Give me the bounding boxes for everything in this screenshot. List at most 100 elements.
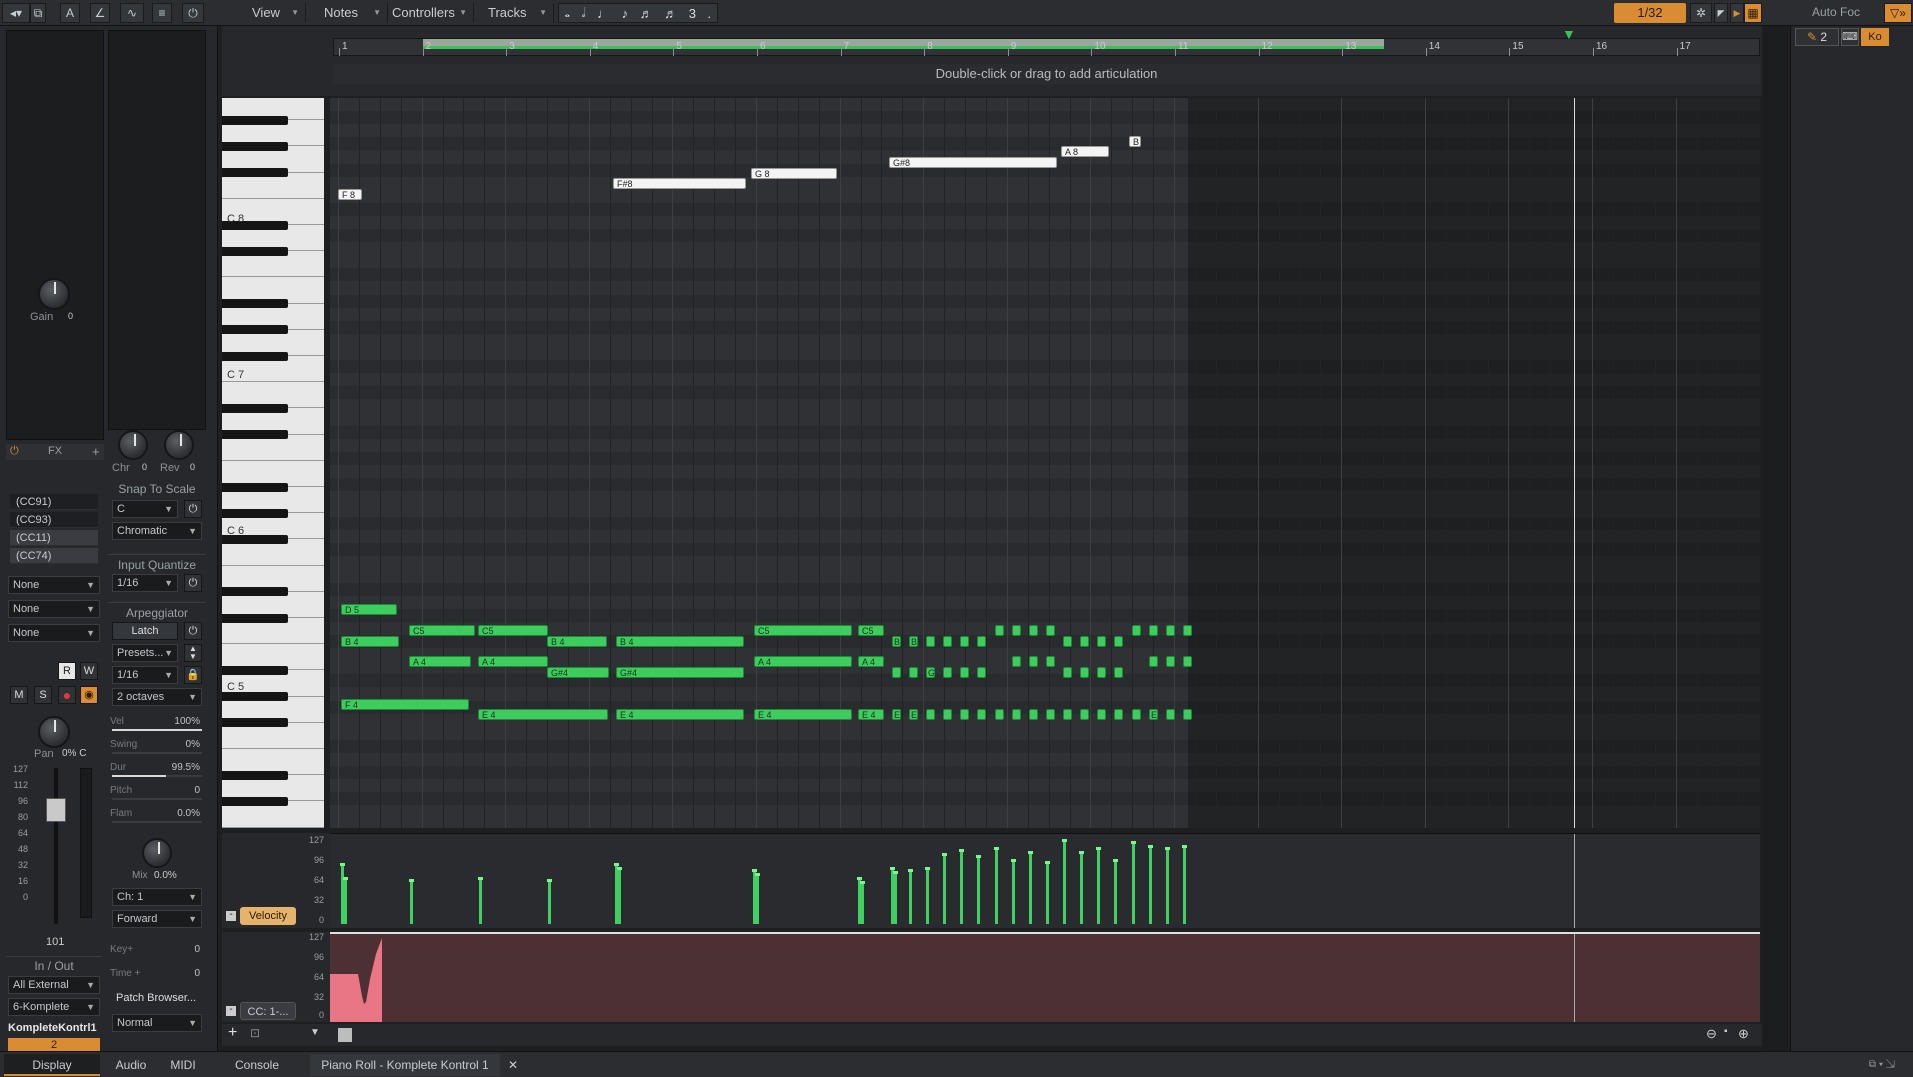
black-key[interactable] — [222, 692, 288, 702]
articulation-lane[interactable]: Double-click or drag to add articulation — [333, 64, 1760, 84]
midi-note[interactable] — [1183, 709, 1192, 720]
midi-note[interactable] — [977, 667, 986, 678]
midi-note[interactable]: A 8 — [1061, 146, 1109, 157]
timeline-ruler[interactable]: 1 2 3 4 5 6 7 8 9 10 11 12 13 14 15 16 17 — [333, 38, 1760, 56]
midi-note[interactable] — [1029, 656, 1038, 667]
playhead-marker-icon[interactable]: ▼ — [1562, 27, 1582, 41]
midi-note[interactable] — [1132, 625, 1141, 636]
midi-note[interactable] — [1012, 625, 1021, 636]
velocity-bar[interactable] — [1182, 845, 1187, 924]
midi-note[interactable]: E 4 — [616, 709, 744, 720]
tab-display[interactable]: Display — [4, 1054, 100, 1076]
midi-note[interactable]: A 4 — [478, 656, 548, 667]
midi-note[interactable]: F 4 — [341, 699, 469, 710]
cc-item[interactable]: (CC93) — [10, 512, 98, 528]
settings-gear-icon[interactable]: ✲ — [1690, 3, 1712, 23]
velocity-bar[interactable] — [959, 849, 964, 924]
midi-note[interactable] — [1097, 636, 1106, 647]
midi-note[interactable] — [1149, 656, 1158, 667]
midi-note[interactable]: D 5 — [341, 604, 397, 615]
track-name[interactable]: KompleteKontrl1 — [8, 1022, 102, 1038]
triplet-toggle[interactable]: 3 — [689, 6, 696, 21]
midi-note[interactable]: B 4 — [547, 636, 607, 647]
filter-icon[interactable]: ▽» — [1884, 3, 1912, 23]
mute-button[interactable]: M — [10, 686, 28, 704]
midi-note[interactable] — [1063, 709, 1072, 720]
gain-knob[interactable] — [38, 278, 70, 310]
black-key[interactable] — [222, 665, 288, 675]
input-dropdown[interactable]: All External ▼ — [8, 976, 100, 994]
close-tab-icon[interactable]: ✕ — [504, 1054, 522, 1076]
midi-note[interactable] — [943, 667, 952, 678]
midi-note[interactable] — [977, 709, 986, 720]
flam-slider[interactable]: Flam 0.0% — [110, 808, 204, 824]
velocity-bar[interactable] — [1096, 847, 1101, 924]
velocity-bar[interactable] — [942, 853, 947, 924]
horizontal-scrollbar[interactable]: ⊖ ▪ ⊕ — [330, 1024, 1762, 1046]
midi-note[interactable] — [1166, 656, 1175, 667]
midi-note[interactable] — [1080, 667, 1089, 678]
midi-note[interactable]: E — [892, 709, 901, 720]
add-controller-lane-icon[interactable]: + — [228, 1024, 237, 1042]
velocity-bar[interactable] — [1148, 845, 1153, 924]
midi-note[interactable] — [1132, 709, 1141, 720]
midi-note[interactable] — [1166, 709, 1175, 720]
vel-slider[interactable]: Vel 100% — [110, 716, 204, 732]
black-key[interactable] — [222, 718, 288, 728]
ko-track-button[interactable]: Ko — [1861, 28, 1889, 46]
black-key[interactable] — [222, 587, 288, 597]
menu-controllers[interactable]: Controllers ▼ — [384, 3, 474, 23]
cc-item[interactable]: (CC11) — [10, 530, 98, 546]
duration-slider[interactable]: Dur 99.5% — [110, 762, 204, 778]
h-zoom-in-icon[interactable]: ⊕ — [1738, 1026, 1749, 1042]
output-dropdown[interactable]: 6-Komplete ▼ — [8, 998, 100, 1016]
pitch-slider[interactable]: Pitch 0 — [110, 785, 204, 801]
curve-tool-icon[interactable]: ∠ — [90, 3, 110, 23]
midi-note[interactable]: C5 — [478, 625, 548, 636]
dotted-toggle[interactable]: . — [708, 6, 712, 21]
velocity-bar[interactable] — [1028, 851, 1033, 924]
midi-note[interactable]: F 8 — [338, 189, 362, 200]
tab-midi[interactable]: MIDI — [162, 1054, 204, 1076]
arp-range-dropdown[interactable]: 2 octaves ▼ — [112, 688, 202, 706]
midi-note[interactable]: G 8 — [751, 168, 837, 179]
midi-note[interactable] — [995, 625, 1004, 636]
velocity-lane-label[interactable]: Velocity — [240, 907, 296, 925]
midi-note[interactable]: E 4 — [754, 709, 852, 720]
half-note-icon[interactable]: 𝅗𝅥 — [581, 5, 585, 21]
midi-note[interactable]: E — [909, 709, 918, 720]
quarter-note-icon[interactable]: ♩ — [597, 6, 610, 21]
thirtysecond-note-icon[interactable]: ♬ — [664, 6, 677, 21]
eighth-note-icon[interactable]: ♪ — [622, 6, 629, 21]
midi-note[interactable]: B — [1129, 136, 1141, 147]
velocity-bar[interactable] — [1113, 859, 1118, 924]
black-key[interactable] — [222, 299, 288, 309]
midi-note[interactable]: E 4 — [858, 709, 884, 720]
whole-note-icon[interactable]: 𝅝 — [565, 5, 570, 21]
midi-note[interactable]: C5 — [409, 625, 475, 636]
input-quantize-dropdown[interactable]: 1/16 ▼ — [112, 574, 178, 592]
midi-note[interactable] — [1012, 709, 1021, 720]
velocity-bar[interactable] — [409, 879, 414, 924]
cc-lane[interactable] — [330, 932, 1760, 1022]
black-key[interactable] — [222, 141, 288, 151]
time-offset-slider[interactable]: Time +0 — [110, 968, 204, 984]
swing-slider[interactable]: Swing 0% — [110, 739, 204, 755]
midi-note[interactable] — [960, 709, 969, 720]
quantize-power-icon[interactable]: ⏻ — [184, 574, 202, 592]
midi-note[interactable] — [926, 636, 935, 647]
scale-key-dropdown[interactable]: C ▼ — [112, 500, 178, 518]
grid-icon[interactable]: ▦ — [1744, 3, 1762, 23]
waveform-icon[interactable]: ∿ — [120, 3, 144, 23]
midi-note[interactable] — [960, 636, 969, 647]
auto-focus-toggle[interactable]: Auto Foc — [1794, 3, 1884, 23]
midi-note[interactable] — [1080, 709, 1089, 720]
velocity-bar[interactable] — [1062, 839, 1067, 924]
arp-rate-dropdown[interactable]: 1/16 ▼ — [112, 666, 178, 684]
tab-console[interactable]: Console — [224, 1054, 290, 1076]
black-key[interactable] — [222, 613, 288, 623]
dropdown-arrow-icon[interactable]: ◤ — [1714, 3, 1728, 23]
velocity-bar[interactable] — [1011, 859, 1016, 924]
fx-add-icon[interactable]: + — [92, 444, 100, 459]
chorus-knob[interactable] — [118, 430, 148, 460]
